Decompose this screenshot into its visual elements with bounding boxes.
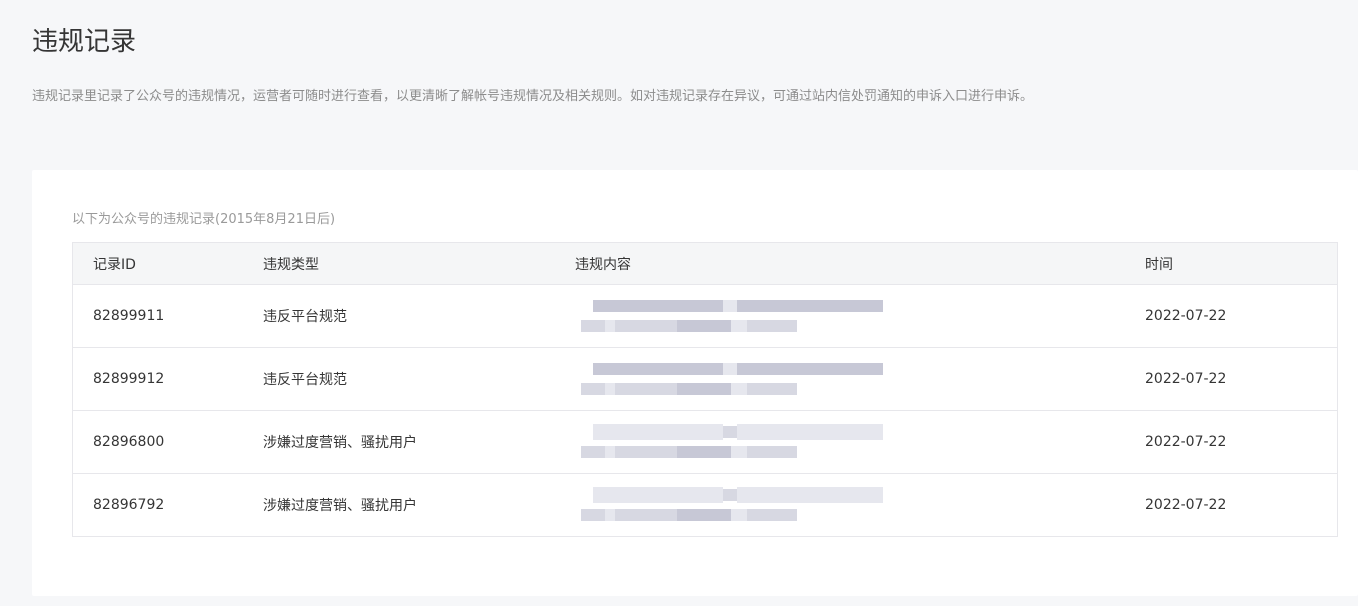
column-header-id: 记录ID xyxy=(72,242,243,285)
violation-records-page: 违规记录 违规记录里记录了公众号的违规情况，运营者可随时进行查看，以更清晰了解帐… xyxy=(0,0,1358,606)
table-row: 82899912 违反平台规范 2022-07-22 xyxy=(72,347,1338,411)
record-id-cell: 82896792 xyxy=(93,497,165,513)
page-description: 违规记录里记录了公众号的违规情况，运营者可随时进行查看，以更清晰了解帐号违规情况… xyxy=(32,89,1034,104)
records-caption: 以下为公众号的违规记录(2015年8月21日后) xyxy=(72,212,336,227)
violation-type-link[interactable]: 涉嫌过度营销、骚扰用户 xyxy=(243,410,555,474)
blurred-content-mosaic xyxy=(577,296,887,336)
table-row: 82899911 违反平台规范 2022-07-22 xyxy=(72,284,1338,348)
column-header-content: 违规内容 xyxy=(555,242,1125,285)
record-time-cell: 2022-07-22 xyxy=(1145,497,1227,513)
violation-content-cell xyxy=(555,347,1125,411)
records-card: 以下为公众号的违规记录(2015年8月21日后) 记录ID 违规类型 违规内容 … xyxy=(32,170,1358,596)
record-time-cell: 2022-07-22 xyxy=(1125,410,1338,474)
blurred-content-mosaic xyxy=(577,422,887,462)
record-time-cell: 2022-07-22 xyxy=(1125,347,1338,411)
records-table: 记录ID 违规类型 违规内容 时间 82899911 违反平台规范 2022-0… xyxy=(72,242,1338,537)
table-row: 82896792 涉嫌过度营销、骚扰用户 2022-07-22 xyxy=(73,474,1338,537)
blurred-content-mosaic xyxy=(577,359,887,399)
violation-type-link[interactable]: 违反平台规范 xyxy=(243,347,555,411)
column-header-type: 违规类型 xyxy=(243,242,555,285)
record-id-cell: 82899912 xyxy=(72,347,243,411)
violation-type-link[interactable]: 违反平台规范 xyxy=(243,284,555,348)
record-id-cell: 82896800 xyxy=(72,410,243,474)
table-row: 82896800 涉嫌过度营销、骚扰用户 2022-07-22 xyxy=(72,410,1338,474)
violation-type-link[interactable]: 涉嫌过度营销、骚扰用户 xyxy=(243,474,555,537)
violation-content-cell xyxy=(555,410,1125,474)
page-title: 违规记录 xyxy=(32,27,137,57)
blurred-content-mosaic xyxy=(577,485,887,525)
table-header-row: 记录ID 违规类型 违规内容 时间 xyxy=(72,242,1338,285)
record-id-cell: 82899911 xyxy=(72,284,243,348)
column-header-time: 时间 xyxy=(1125,242,1338,285)
violation-content-cell xyxy=(555,474,1125,537)
violation-content-cell xyxy=(555,284,1125,348)
record-time-cell: 2022-07-22 xyxy=(1125,284,1338,348)
